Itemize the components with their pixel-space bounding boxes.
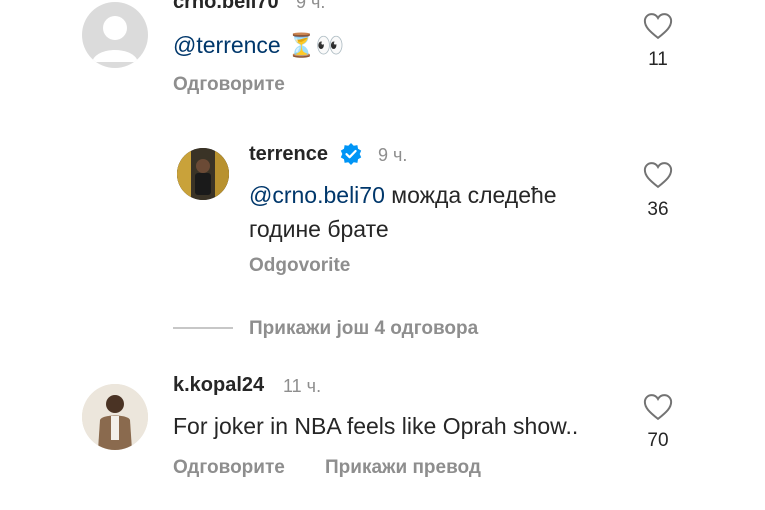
- username[interactable]: k.kopal24: [173, 374, 264, 397]
- comment-text: For joker in NBA feels like Oprah show..: [173, 413, 579, 439]
- comment-text-line2: године брате: [249, 216, 389, 242]
- username[interactable]: terrence: [249, 143, 328, 166]
- reply-button[interactable]: Одговорите: [173, 457, 285, 479]
- replies-divider: [173, 327, 233, 329]
- comment-text-line1: можда следеће: [384, 182, 557, 208]
- avatar-terrence[interactable]: [177, 148, 229, 200]
- translate-button[interactable]: Прикажи превод: [325, 457, 481, 479]
- heart-icon: [643, 13, 673, 40]
- user-photo: [177, 148, 229, 200]
- timestamp: 11 ч.: [283, 376, 322, 396]
- timestamp: 9 ч.: [296, 0, 326, 12]
- mention-link[interactable]: @crno.beli70: [249, 182, 385, 208]
- like-count: 36: [647, 199, 669, 220]
- reply-button[interactable]: Odgovorite: [249, 255, 350, 277]
- comment-text: @terrence ⏳👀: [173, 28, 344, 62]
- user-photo: [82, 384, 148, 450]
- like-count: 70: [647, 430, 669, 451]
- avatar-k-kopal24[interactable]: [82, 384, 148, 450]
- verified-badge-icon: [340, 143, 362, 165]
- emoji-text: ⏳👀: [287, 32, 345, 58]
- like-count: 11: [648, 49, 668, 70]
- like-button[interactable]: [643, 161, 673, 194]
- comment-text: @crno.beli70 можда следеће године брате: [249, 178, 557, 246]
- username[interactable]: crno.beli70: [173, 0, 279, 14]
- like-button[interactable]: [643, 12, 673, 45]
- reply-button[interactable]: Одговорите: [173, 74, 285, 96]
- avatar-crno-beli70[interactable]: [82, 2, 148, 68]
- heart-icon: [643, 394, 673, 421]
- timestamp: 9 ч.: [378, 145, 408, 165]
- heart-icon: [643, 162, 673, 189]
- mention-link[interactable]: @terrence: [173, 32, 281, 58]
- default-avatar-icon: [92, 16, 138, 62]
- view-more-replies-button[interactable]: Прикажи још 4 одговора: [249, 318, 478, 340]
- like-button[interactable]: [643, 393, 673, 426]
